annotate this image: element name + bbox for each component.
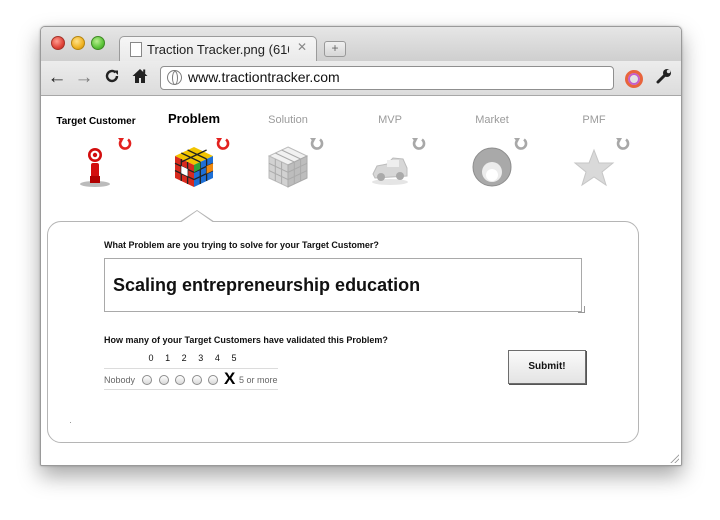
undo-icon[interactable] — [117, 136, 133, 157]
step-label: Target Customer — [56, 116, 136, 127]
target-person-icon — [73, 144, 119, 190]
undo-icon[interactable] — [615, 136, 631, 157]
address-bar[interactable]: www.tractiontracker.com — [160, 66, 614, 90]
undo-icon[interactable] — [513, 136, 529, 157]
rating-radio-3[interactable] — [191, 375, 202, 385]
window-close-icon[interactable] — [51, 36, 65, 50]
extension-ring-icon[interactable] — [625, 70, 643, 88]
tab-strip: Traction Tracker.png (610×372 ✕ + — [41, 27, 681, 63]
back-arrow-icon[interactable]: ← — [46, 67, 68, 89]
nobody-label: Nobody — [104, 375, 136, 385]
validation-rating: Nobody X 5 or more — [104, 368, 278, 390]
stray-dot — [70, 422, 71, 423]
rubiks-cube-icon — [171, 144, 217, 190]
problem-textarea[interactable]: Scaling entrepreneurship education — [104, 258, 582, 312]
selected-rating-mark[interactable]: X — [224, 370, 235, 387]
submit-button[interactable]: Submit! — [508, 350, 586, 384]
page-content: Target Customer Problem Solution MVP Market P… — [41, 96, 681, 465]
white-cube-icon — [265, 144, 311, 190]
step-label: PMF — [582, 114, 606, 126]
scale-number: 5 — [231, 353, 237, 363]
window-resize-grip[interactable] — [669, 453, 679, 463]
url-text: www.tractiontracker.com — [188, 69, 340, 85]
browser-tab[interactable]: Traction Tracker.png (610×372 ✕ — [119, 36, 317, 63]
new-tab-button[interactable]: + — [324, 41, 346, 57]
ring-icon — [469, 144, 515, 190]
browser-toolbar: ← → www.tractiontracker.com — [41, 61, 681, 96]
panel-pointer — [179, 210, 215, 223]
globe-icon — [167, 70, 182, 85]
scale-number: 4 — [214, 353, 220, 363]
wrench-icon[interactable] — [653, 67, 675, 89]
validation-question: How many of your Target Customers have v… — [104, 335, 388, 345]
rating-radio-2[interactable] — [175, 375, 186, 385]
problem-panel: What Problem are you trying to solve for… — [47, 210, 639, 443]
textarea-resize-grip[interactable] — [578, 306, 585, 313]
reload-icon[interactable] — [101, 67, 123, 89]
window-minimize-icon[interactable] — [71, 36, 85, 50]
undo-icon[interactable] — [215, 136, 231, 157]
step-label: Problem — [167, 111, 220, 126]
toy-car-icon — [367, 144, 413, 190]
window-maximize-icon[interactable] — [91, 36, 105, 50]
scale-number: 3 — [198, 353, 204, 363]
forward-arrow-icon[interactable]: → — [73, 67, 95, 89]
home-icon[interactable] — [129, 67, 151, 89]
step-label: Market — [475, 114, 509, 126]
step-label: MVP — [378, 114, 402, 126]
tab-close-icon[interactable]: ✕ — [297, 40, 307, 54]
scale-number: 2 — [181, 353, 187, 363]
rating-radio-0[interactable] — [142, 375, 152, 385]
rating-radio-1[interactable] — [158, 375, 169, 385]
undo-icon[interactable] — [309, 136, 325, 157]
rating-radio-4[interactable] — [208, 375, 219, 385]
scale-number: 1 — [165, 353, 171, 363]
star-icon — [571, 144, 617, 190]
five-or-more-label: 5 or more — [239, 375, 278, 385]
page-icon — [130, 42, 142, 57]
step-label: Solution — [268, 114, 308, 126]
tab-title: Traction Tracker.png (610×372 — [147, 42, 289, 57]
scale-number: 0 — [148, 353, 154, 363]
problem-question: What Problem are you trying to solve for… — [104, 240, 379, 250]
browser-window: Traction Tracker.png (610×372 ✕ + ← → ww… — [40, 26, 682, 466]
undo-icon[interactable] — [411, 136, 427, 157]
